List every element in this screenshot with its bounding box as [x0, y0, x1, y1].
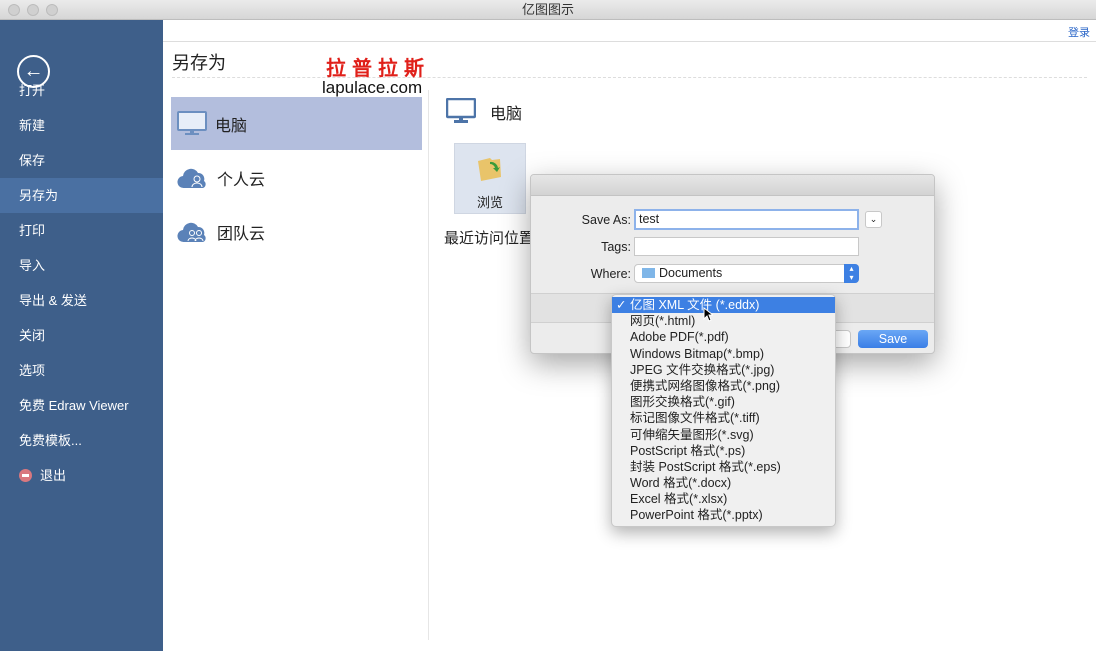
cloud-user-icon [177, 168, 206, 188]
sidebar-item-close[interactable]: 关闭 [0, 318, 163, 353]
format-option[interactable]: 标记图像文件格式(*.tiff) [612, 410, 835, 426]
divider [172, 77, 1087, 78]
tags-label: Tags: [601, 240, 631, 254]
sidebar-item-label: 选项 [19, 363, 46, 378]
title-bar: 亿图图示 [0, 0, 1096, 20]
format-option[interactable]: Windows Bitmap(*.bmp) [612, 346, 835, 362]
browse-label: 浏览 [476, 195, 503, 210]
cloud-team-icon [177, 222, 206, 242]
sidebar-item-label: 退出 [40, 468, 67, 483]
format-option[interactable]: JPEG 文件交换格式(*.jpg) [612, 362, 835, 378]
login-link[interactable]: 登录 [1068, 24, 1090, 40]
divider [163, 41, 1096, 42]
mouse-cursor-icon [703, 307, 713, 322]
folder-arrow-icon [478, 158, 501, 181]
format-option[interactable]: 网页(*.html) [612, 313, 835, 329]
sidebar-item-label: 免费 Edraw Viewer [19, 398, 129, 413]
file-format-dropdown[interactable]: 亿图 XML 文件 (*.eddx)网页(*.html)Adobe PDF(*.… [611, 294, 836, 527]
format-option[interactable]: 便携式网络图像格式(*.png) [612, 378, 835, 394]
sidebar-item-label: 新建 [19, 118, 46, 133]
location-personal-cloud[interactable]: 个人云 [171, 151, 422, 204]
format-option[interactable]: 图形交换格式(*.gif) [612, 394, 835, 410]
format-option[interactable]: 封装 PostScript 格式(*.eps) [612, 459, 835, 475]
recent-locations-heading: 最近访问位置 [444, 230, 535, 247]
exit-icon [19, 469, 32, 482]
sidebar-item-templates[interactable]: 免费模板... [0, 423, 163, 458]
sidebar: ← 打开 新建 保存 另存为 打印 导入 导出 & 发送 关闭 选项 免费 Ed… [0, 20, 163, 651]
expand-chevron-icon[interactable]: ⌄ [865, 211, 882, 228]
close-window-button[interactable] [8, 4, 20, 16]
folder-icon [642, 268, 655, 278]
format-option[interactable]: Word 格式(*.docx) [612, 475, 835, 491]
sidebar-item-new[interactable]: 新建 [0, 108, 163, 143]
where-label: Where: [590, 267, 631, 281]
sidebar-item-label: 保存 [19, 153, 46, 168]
where-value: Documents [659, 266, 723, 280]
sidebar-item-save-as[interactable]: 另存为 [0, 178, 163, 213]
sidebar-item-print[interactable]: 打印 [0, 213, 163, 248]
sidebar-item-save[interactable]: 保存 [0, 143, 163, 178]
page-title: 另存为 [172, 53, 226, 73]
location-label: 个人云 [217, 171, 266, 189]
format-option[interactable]: 亿图 XML 文件 (*.eddx) [612, 297, 835, 314]
tags-input[interactable] [634, 237, 859, 256]
sidebar-item-open[interactable]: 打开 [0, 73, 163, 108]
format-option[interactable]: 可伸缩矢量图形(*.svg) [612, 427, 835, 443]
sidebar-item-label: 导入 [19, 258, 46, 273]
format-option[interactable]: PostScript 格式(*.ps) [612, 443, 835, 459]
format-option[interactable]: Excel 格式(*.xlsx) [612, 491, 835, 507]
sidebar-item-options[interactable]: 选项 [0, 353, 163, 388]
format-option[interactable]: Adobe PDF(*.pdf) [612, 329, 835, 345]
divider [428, 90, 429, 640]
sidebar-item-label: 导出 & 发送 [19, 293, 87, 308]
sidebar-item-import[interactable]: 导入 [0, 248, 163, 283]
sidebar-item-label: 免费模板... [19, 433, 82, 448]
window-title: 亿图图示 [521, 2, 574, 17]
sidebar-item-edraw-viewer[interactable]: 免费 Edraw Viewer [0, 388, 163, 423]
location-label: 电脑 [215, 117, 248, 135]
watermark-text: 拉普拉斯 [326, 56, 430, 80]
browse-button[interactable]: 浏览 [454, 143, 526, 214]
monitor-icon [446, 98, 476, 123]
location-computer[interactable]: 电脑 [171, 97, 422, 150]
sidebar-item-label: 关闭 [19, 328, 46, 343]
sidebar-item-label: 另存为 [19, 188, 59, 203]
save-as-input[interactable]: test [634, 209, 859, 230]
save-button[interactable]: Save [858, 330, 928, 348]
section-title: 电脑 [490, 105, 523, 123]
monitor-icon [177, 110, 207, 135]
sidebar-item-export-send[interactable]: 导出 & 发送 [0, 283, 163, 318]
sidebar-item-label: 打印 [19, 223, 46, 238]
sidebar-item-exit[interactable]: 退出 [0, 458, 163, 493]
section-header: 电脑 [446, 98, 522, 125]
stepper-icon: ▴ ▾ [844, 264, 859, 283]
watermark-url: lapulace.com [322, 78, 423, 97]
save-as-label: Save As: [581, 213, 631, 227]
sidebar-item-label: 打开 [19, 83, 46, 98]
zoom-window-button[interactable] [46, 4, 58, 16]
format-option[interactable]: PowerPoint 格式(*.pptx) [612, 507, 835, 523]
minimize-window-button[interactable] [27, 4, 39, 16]
location-team-cloud[interactable]: 团队云 [171, 205, 422, 258]
where-select[interactable]: Documents ▴ ▾ [634, 264, 859, 283]
location-label: 团队云 [217, 225, 266, 243]
dialog-header [531, 175, 934, 196]
